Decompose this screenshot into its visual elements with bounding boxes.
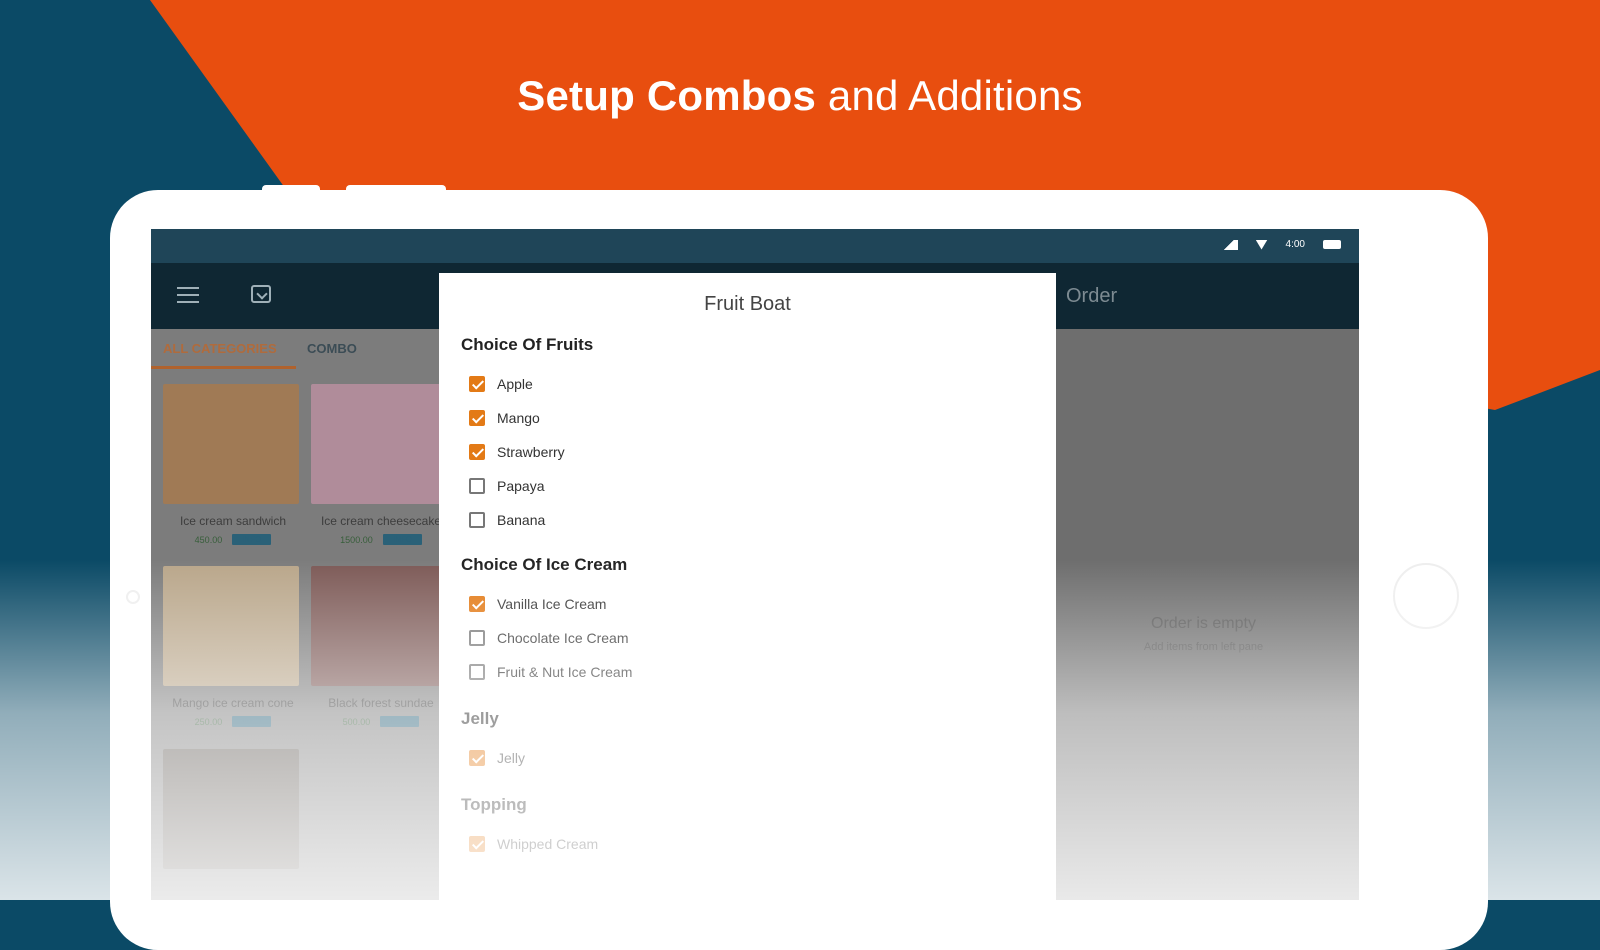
option-label: Whipped Cream — [497, 836, 599, 852]
option-label: Papaya — [497, 478, 545, 494]
product-image — [163, 749, 299, 869]
checkbox[interactable] — [469, 376, 485, 392]
headline-light: and Additions — [827, 72, 1083, 119]
option-row[interactable]: Fruit & Nut Ice Cream — [461, 655, 632, 689]
category-tabs: ALL CATEGORIES COMBO — [151, 329, 441, 369]
product-image — [163, 384, 299, 504]
option-row[interactable]: Whipped Cream — [461, 827, 598, 861]
product-price: 250.00 — [194, 716, 223, 727]
checkbox[interactable] — [469, 630, 485, 646]
option-label: Jelly — [497, 750, 526, 766]
tab-combo[interactable]: COMBO — [307, 341, 357, 356]
option-label: Vanilla Ice Cream — [497, 596, 607, 612]
product-card[interactable]: Black forest sundae 500.00 INFO — [311, 566, 451, 736]
wifi-icon — [1255, 239, 1268, 250]
product-price: 500.00 — [342, 716, 371, 727]
option-group-title: Topping — [461, 795, 527, 814]
order-title: Order — [1066, 285, 1118, 307]
option-label: Mango — [497, 410, 540, 426]
option-row[interactable]: Chocolate Ice Cream — [461, 621, 632, 655]
order-pane: Order Order is empty Add items from left… — [1048, 263, 1359, 900]
product-card[interactable]: Mango ice cream cone 250.00 INFO — [163, 566, 303, 736]
order-header: Order — [1048, 263, 1359, 329]
checkbox[interactable] — [469, 664, 485, 680]
option-group-title: Choice Of Fruits — [461, 335, 594, 354]
product-name: Black forest sundae — [328, 696, 434, 710]
headline: Setup Combos and Additions — [0, 72, 1600, 120]
checkbox[interactable] — [469, 596, 485, 612]
app-screen: 4:00 ALL CATEGORIES COMBO Ice cream sand… — [151, 229, 1359, 900]
option-label: Chocolate Ice Cream — [497, 630, 629, 646]
product-price: 450.00 — [194, 534, 223, 545]
checkbox[interactable] — [469, 410, 485, 426]
status-bar: 4:00 — [151, 229, 1359, 263]
order-empty-hint: Add items from left pane — [1143, 641, 1264, 653]
camera-icon — [126, 590, 140, 604]
product-image — [311, 384, 447, 504]
checkbox[interactable] — [469, 750, 485, 766]
option-group: Jelly Jelly — [461, 709, 525, 775]
signal-icon — [1219, 239, 1238, 250]
option-row[interactable]: Strawberry — [461, 435, 593, 469]
option-label: Fruit & Nut Ice Cream — [497, 664, 633, 680]
home-button[interactable] — [1393, 563, 1459, 629]
checkbox[interactable] — [469, 512, 485, 528]
option-group-title: Choice Of Ice Cream — [461, 555, 628, 574]
order-empty-title: Order is empty — [1151, 615, 1256, 632]
option-group-title: Jelly — [461, 709, 499, 728]
option-label: Strawberry — [497, 444, 565, 460]
option-row[interactable]: Mango — [461, 401, 593, 435]
menu-icon[interactable] — [177, 287, 199, 303]
combo-dialog: Fruit Boat Choice Of Fruits Apple Mango Str… — [439, 273, 1056, 900]
option-row[interactable]: Jelly — [461, 741, 525, 775]
headline-bold: Setup Combos — [517, 72, 817, 119]
info-button[interactable]: INFO — [232, 534, 272, 545]
product-image — [311, 566, 447, 686]
info-button[interactable]: INFO — [380, 716, 420, 727]
product-name: Ice cream cheesecake — [320, 514, 442, 528]
option-row[interactable]: Papaya — [461, 469, 593, 503]
option-group: Choice Of Fruits Apple Mango Strawberry Papa… — [461, 335, 593, 537]
info-button[interactable]: INFO — [382, 534, 422, 545]
product-name: Ice cream sandwich — [179, 514, 287, 528]
option-row[interactable]: Apple — [461, 367, 593, 401]
product-card[interactable] — [163, 749, 303, 900]
checkbox[interactable] — [469, 444, 485, 460]
option-group: Choice Of Ice Cream Vanilla Ice Cream Choc… — [461, 555, 632, 689]
menu-pane: ALL CATEGORIES COMBO Ice cream sandwich 4… — [151, 329, 447, 900]
product-name: Mango ice cream cone — [172, 696, 294, 710]
checkbox[interactable] — [469, 836, 485, 852]
option-row[interactable]: Vanilla Ice Cream — [461, 587, 632, 621]
option-group: Topping Whipped Cream — [461, 795, 598, 861]
product-price: 1500.00 — [340, 534, 373, 545]
option-label: Banana — [497, 512, 546, 528]
product-card[interactable]: Ice cream cheesecake 1500.00 INFO — [311, 384, 451, 554]
option-label: Apple — [497, 376, 533, 392]
product-image — [163, 566, 299, 686]
checkbox[interactable] — [469, 478, 485, 494]
info-button[interactable]: INFO — [232, 716, 272, 727]
tab-all-categories[interactable]: ALL CATEGORIES — [163, 341, 277, 356]
dialog-title: Fruit Boat — [704, 293, 791, 315]
inbox-icon[interactable] — [251, 285, 271, 303]
product-card[interactable]: Ice cream sandwich 450.00 INFO — [163, 384, 303, 554]
battery-icon — [1323, 240, 1341, 249]
option-row[interactable]: Banana — [461, 503, 593, 537]
status-clock: 4:00 — [1285, 239, 1305, 250]
active-tab-indicator — [151, 366, 296, 369]
